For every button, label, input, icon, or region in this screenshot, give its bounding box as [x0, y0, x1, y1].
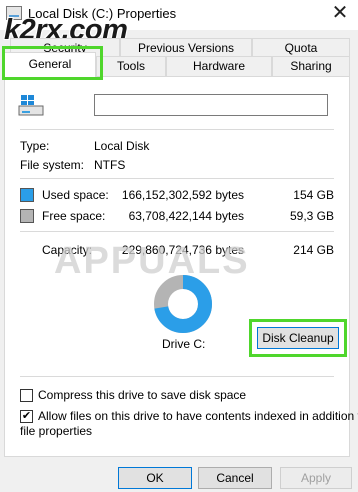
disk-cleanup-button[interactable]: Disk Cleanup	[257, 327, 339, 349]
type-value: Local Disk	[94, 139, 150, 153]
tab-quota-label: Quota	[284, 41, 318, 55]
free-space-swatch	[20, 209, 34, 223]
ok-button[interactable]: OK	[118, 467, 192, 489]
index-checkbox[interactable]: ✔	[20, 410, 33, 423]
tab-sharing[interactable]: Sharing	[272, 56, 350, 76]
drive-name-input[interactable]	[94, 94, 328, 116]
windows-drive-icon	[18, 95, 44, 117]
disk-usage-donut	[154, 275, 212, 333]
type-label: Type:	[20, 139, 50, 153]
tab-quota[interactable]: Quota	[252, 38, 350, 58]
free-space-size: 59,3 GB	[289, 209, 334, 223]
tab-hardware-label: Hardware	[192, 59, 246, 73]
cancel-button[interactable]: Cancel	[198, 467, 272, 489]
used-space-swatch	[20, 188, 34, 202]
general-tab-highlight	[2, 46, 103, 80]
free-space-bytes: 63,708,422,144 bytes	[128, 209, 244, 223]
index-check-mark: ✔	[21, 410, 32, 422]
used-space-size: 154 GB	[293, 188, 334, 202]
compress-label: Compress this drive to save disk space	[38, 388, 247, 402]
tab-sharing-label: Sharing	[290, 59, 332, 73]
used-space-bytes: 166,152,302,592 bytes	[121, 188, 244, 202]
tab-hardware[interactable]: Hardware	[166, 56, 272, 76]
close-button[interactable]: ✕	[326, 3, 354, 25]
appuals-watermark: APPUALS	[54, 240, 250, 282]
divider	[20, 129, 334, 130]
divider	[20, 376, 334, 377]
tab-tools[interactable]: Tools	[96, 56, 166, 76]
divider	[20, 231, 334, 232]
compress-checkbox[interactable]	[20, 389, 33, 402]
free-space-label: Free space:	[42, 209, 106, 223]
tab-previous-versions-label: Previous Versions	[137, 41, 235, 55]
drive-label: Drive C:	[162, 337, 206, 351]
index-label-line1: Allow files on this drive to have conten…	[38, 409, 358, 423]
file-system-label: File system:	[20, 158, 85, 172]
file-system-value: NTFS	[94, 158, 126, 172]
divider	[20, 178, 334, 179]
capacity-size: 214 GB	[293, 243, 334, 257]
tab-previous-versions[interactable]: Previous Versions	[120, 38, 252, 58]
apply-button[interactable]: Apply	[280, 467, 352, 489]
index-label-line2: file properties	[20, 424, 93, 438]
tab-tools-label: Tools	[116, 59, 145, 73]
used-space-label: Used space:	[42, 188, 109, 202]
